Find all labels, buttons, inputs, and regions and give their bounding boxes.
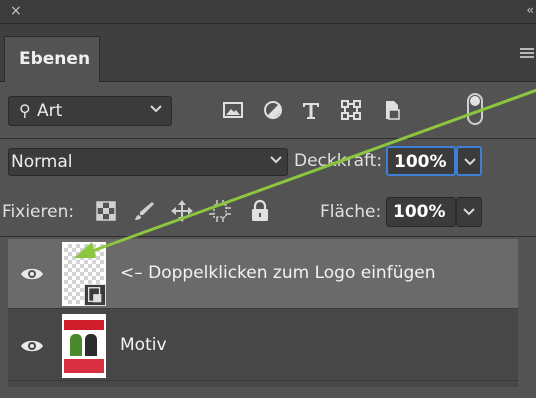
visibility-eye-icon[interactable] <box>20 266 44 282</box>
chevron-down-icon <box>150 105 162 113</box>
layer-thumbnail-image[interactable] <box>62 314 106 378</box>
lock-position-icon[interactable] <box>170 199 194 223</box>
tab-strip: Ebenen <box>0 24 536 82</box>
layer-row-motiv[interactable]: Motiv <box>8 311 518 381</box>
layers-list: <– Doppelklicken zum Logo einfügen Motiv <box>8 239 518 387</box>
close-icon[interactable]: × <box>10 3 22 19</box>
visibility-eye-icon[interactable] <box>20 338 44 354</box>
lock-label: Fixieren: <box>2 202 75 222</box>
type-filter-icon[interactable] <box>300 99 322 121</box>
smart-object-badge-icon <box>84 284 106 306</box>
image-filter-icon[interactable] <box>222 99 244 121</box>
layer-thumbnail-smart-object[interactable] <box>62 242 106 306</box>
layer-name[interactable]: <– Doppelklicken zum Logo einfügen <box>120 263 436 283</box>
opacity-label: Deckkraft: <box>294 151 383 171</box>
filter-kind-select[interactable]: ⚲ Art <box>8 96 172 126</box>
lock-image-pixels-icon[interactable] <box>132 199 156 223</box>
chevron-down-icon <box>270 156 282 164</box>
fill-input[interactable]: 100% <box>386 197 456 227</box>
chevron-down-icon <box>463 208 475 216</box>
collapse-icon[interactable]: ‹‹ <box>526 3 533 17</box>
tab-ebenen[interactable]: Ebenen <box>4 36 100 82</box>
lock-transparent-pixels-icon[interactable] <box>94 199 118 223</box>
lock-all-icon[interactable] <box>248 199 272 223</box>
chevron-down-icon <box>464 158 476 166</box>
opacity-dropdown-button[interactable] <box>456 146 482 176</box>
layer-name[interactable]: Motiv <box>120 335 167 355</box>
filter-kind-label: Art <box>37 101 63 121</box>
blend-mode-label: Normal <box>11 152 73 172</box>
fill-value: 100% <box>393 202 446 222</box>
search-icon: ⚲ <box>19 101 31 120</box>
divider <box>0 236 536 237</box>
fill-label: Fläche: <box>320 202 382 222</box>
shape-filter-icon[interactable] <box>340 99 362 121</box>
adjustment-filter-icon[interactable] <box>262 99 284 121</box>
opacity-value: 100% <box>394 152 447 172</box>
divider <box>0 138 536 139</box>
layer-row-logo[interactable]: <– Doppelklicken zum Logo einfügen <box>8 239 518 309</box>
lock-artboard-icon[interactable] <box>208 199 232 223</box>
panel-menu-icon[interactable] <box>520 48 534 58</box>
opacity-input[interactable]: 100% <box>386 146 456 176</box>
smartobject-filter-icon[interactable] <box>380 99 402 121</box>
fill-dropdown-button[interactable] <box>456 197 482 227</box>
layers-panel: × ‹‹ Ebenen ⚲ Art Normal Deckkraft: 100%… <box>0 0 536 398</box>
panel-titlebar: × ‹‹ <box>0 0 536 24</box>
tab-label: Ebenen <box>19 49 91 69</box>
filter-toggle-icon[interactable] <box>467 93 483 125</box>
blend-mode-select[interactable]: Normal <box>8 148 288 176</box>
